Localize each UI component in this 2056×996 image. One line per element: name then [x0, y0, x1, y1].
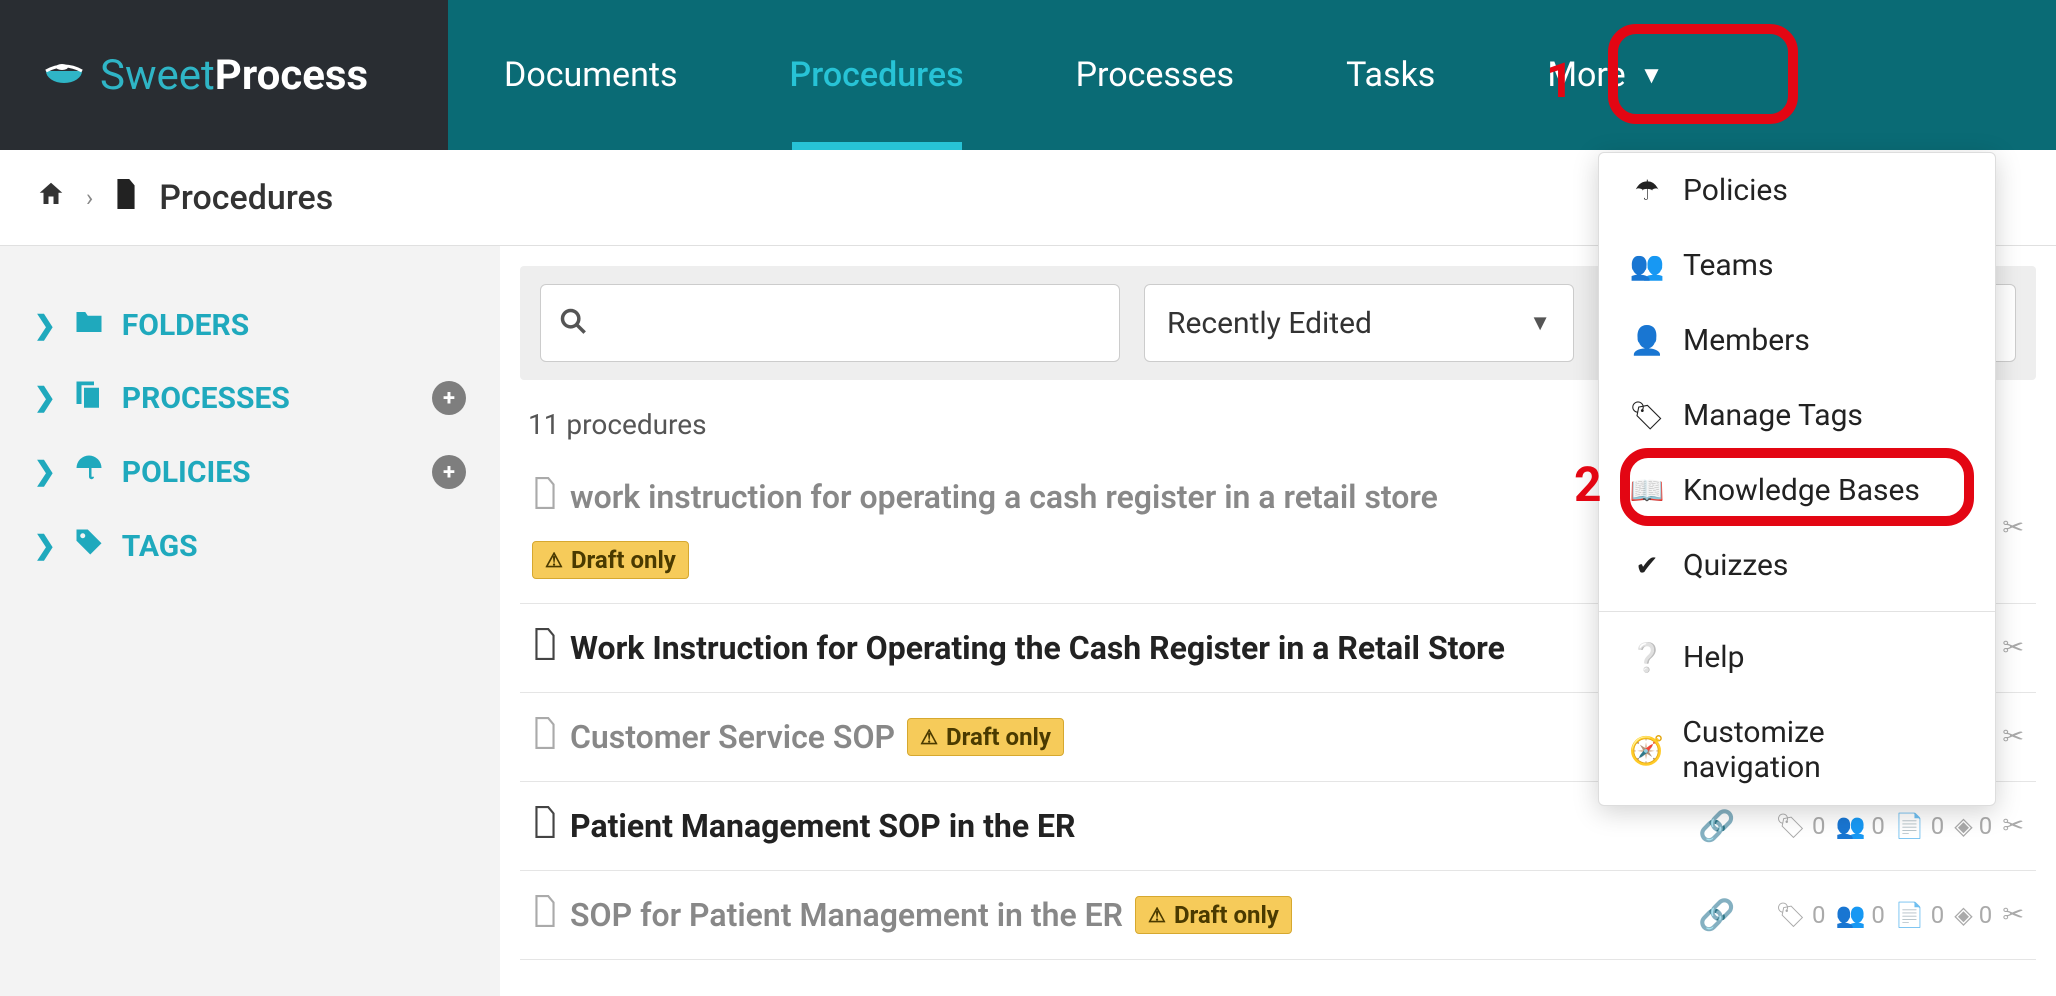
nav-procedures[interactable]: Procedures: [734, 0, 1020, 150]
help-icon: ❔: [1629, 641, 1665, 674]
nav-processes[interactable]: Processes: [1020, 0, 1291, 150]
dropdown-policies[interactable]: ☂ Policies: [1599, 153, 1995, 228]
book-icon: 📖: [1629, 474, 1665, 507]
cut-icon: ✂: [2002, 513, 2024, 543]
file-icon: [532, 628, 558, 668]
chevron-right-icon: ❯: [34, 311, 56, 341]
breadcrumb-title: Procedures: [159, 178, 333, 218]
chevron-right-icon: ❯: [34, 531, 56, 561]
warning-icon: ⚠: [920, 725, 938, 749]
file-icon: [532, 806, 558, 846]
file-icon: [532, 717, 558, 757]
sidebar-item-processes[interactable]: ❯ PROCESSES +: [34, 361, 466, 435]
cut-icon: ✂: [2002, 633, 2024, 663]
warning-icon: ⚠: [1148, 903, 1166, 927]
meta-other: ◈ 0: [1954, 812, 1992, 840]
chevron-down-icon: ▼: [1529, 310, 1551, 336]
nav-documents[interactable]: Documents: [448, 0, 734, 150]
meta-tags: 🏷 0: [1775, 812, 1825, 840]
link-icon[interactable]: 🔗: [1698, 809, 1735, 844]
dropdown-manage-tags[interactable]: 🏷 Manage Tags: [1599, 378, 1995, 453]
procedure-title: Work Instruction for Operating the Cash …: [570, 629, 1505, 667]
row-meta: 🔗 🏷 0 👥 0 📄 0 ◈ 0 ✂: [1698, 898, 2024, 933]
check-icon: ✔: [1629, 549, 1665, 582]
processes-icon: [74, 379, 104, 417]
file-icon: [532, 477, 558, 517]
dropdown-quizzes[interactable]: ✔ Quizzes: [1599, 528, 1995, 603]
umbrella-icon: ☂: [1629, 174, 1665, 207]
meta-members: 👥 0: [1835, 812, 1884, 840]
sidebar: ❯ FOLDERS ❯ PROCESSES + ❯: [0, 246, 500, 996]
breadcrumb-separator-icon: ›: [86, 184, 93, 212]
cut-icon: ✂: [2002, 722, 2024, 752]
sort-select[interactable]: Recently Edited ▼: [1144, 284, 1574, 362]
dropdown-customize-nav[interactable]: 🧭 Customize navigation: [1599, 695, 1995, 805]
document-icon: [113, 179, 139, 217]
tag-icon: 🏷: [1629, 399, 1665, 432]
draft-badge: ⚠ Draft only: [1135, 896, 1292, 934]
logo-text: SweetProcess: [100, 51, 368, 100]
dropdown-help[interactable]: ❔ Help: [1599, 620, 1995, 695]
search-icon: [559, 307, 587, 339]
dropdown-members[interactable]: 👤 Members: [1599, 303, 1995, 378]
annotation-number-1: 1: [1546, 52, 1574, 109]
sort-label: Recently Edited: [1167, 306, 1372, 341]
tag-icon: [74, 527, 104, 565]
add-policy-button[interactable]: +: [432, 455, 466, 489]
umbrella-icon: [74, 453, 104, 491]
more-dropdown: ☂ Policies 👥 Teams 👤 Members 🏷 Manage Ta…: [1598, 152, 1996, 806]
sidebar-item-tags[interactable]: ❯ TAGS: [34, 509, 466, 583]
nav-more[interactable]: More ▼: [1491, 0, 1719, 150]
search-input[interactable]: [540, 284, 1120, 362]
file-icon: [532, 895, 558, 935]
top-nav: SweetProcess Documents Procedures Proces…: [0, 0, 2056, 150]
meta-other: ◈ 0: [1954, 901, 1992, 929]
sidebar-item-policies[interactable]: ❯ POLICIES +: [34, 435, 466, 509]
procedure-title: work instruction for operating a cash re…: [570, 478, 1438, 516]
cut-icon: ✂: [2002, 900, 2024, 930]
search-field[interactable]: [601, 307, 1101, 339]
sidebar-item-folders[interactable]: ❯ FOLDERS: [34, 290, 466, 361]
folder-icon: [74, 308, 104, 343]
draft-badge: ⚠ Draft only: [907, 718, 1064, 756]
sidebar-label: POLICIES: [122, 455, 251, 490]
sidebar-label: PROCESSES: [122, 381, 290, 416]
chevron-right-icon: ❯: [34, 457, 56, 487]
main-nav: Documents Procedures Processes Tasks Mor…: [448, 0, 2056, 150]
meta-docs: 📄 0: [1895, 901, 1944, 929]
member-icon: 👤: [1629, 324, 1665, 357]
meta-members: 👥 0: [1835, 901, 1884, 929]
meta-docs: 📄 0: [1895, 812, 1944, 840]
compass-icon: 🧭: [1629, 734, 1664, 767]
dropdown-teams[interactable]: 👥 Teams: [1599, 228, 1995, 303]
procedure-row[interactable]: SOP for Patient Management in the ER ⚠ D…: [520, 871, 2036, 960]
cut-icon: ✂: [2002, 811, 2024, 841]
meta-tags: 🏷 0: [1775, 901, 1825, 929]
link-icon[interactable]: 🔗: [1698, 898, 1735, 933]
sidebar-label: TAGS: [122, 529, 198, 564]
chevron-down-icon: ▼: [1640, 61, 1664, 90]
procedure-title: Patient Management SOP in the ER: [570, 807, 1076, 845]
chevron-right-icon: ❯: [34, 383, 56, 413]
nav-tasks[interactable]: Tasks: [1290, 0, 1491, 150]
dropdown-knowledge-bases[interactable]: 📖 Knowledge Bases: [1599, 453, 1995, 528]
annotation-number-2: 2: [1574, 456, 1602, 513]
teams-icon: 👥: [1629, 249, 1665, 282]
home-icon[interactable]: [36, 179, 66, 217]
warning-icon: ⚠: [545, 548, 563, 572]
add-process-button[interactable]: +: [432, 381, 466, 415]
logo-icon: [40, 51, 88, 99]
draft-badge: ⚠ Draft only: [532, 541, 689, 579]
sidebar-label: FOLDERS: [122, 308, 249, 343]
row-meta: 🔗 🏷 0 👥 0 📄 0 ◈ 0 ✂: [1698, 809, 2024, 844]
procedure-title: Customer Service SOP: [570, 718, 895, 756]
procedure-title: SOP for Patient Management in the ER: [570, 896, 1123, 934]
logo[interactable]: SweetProcess: [0, 0, 448, 150]
